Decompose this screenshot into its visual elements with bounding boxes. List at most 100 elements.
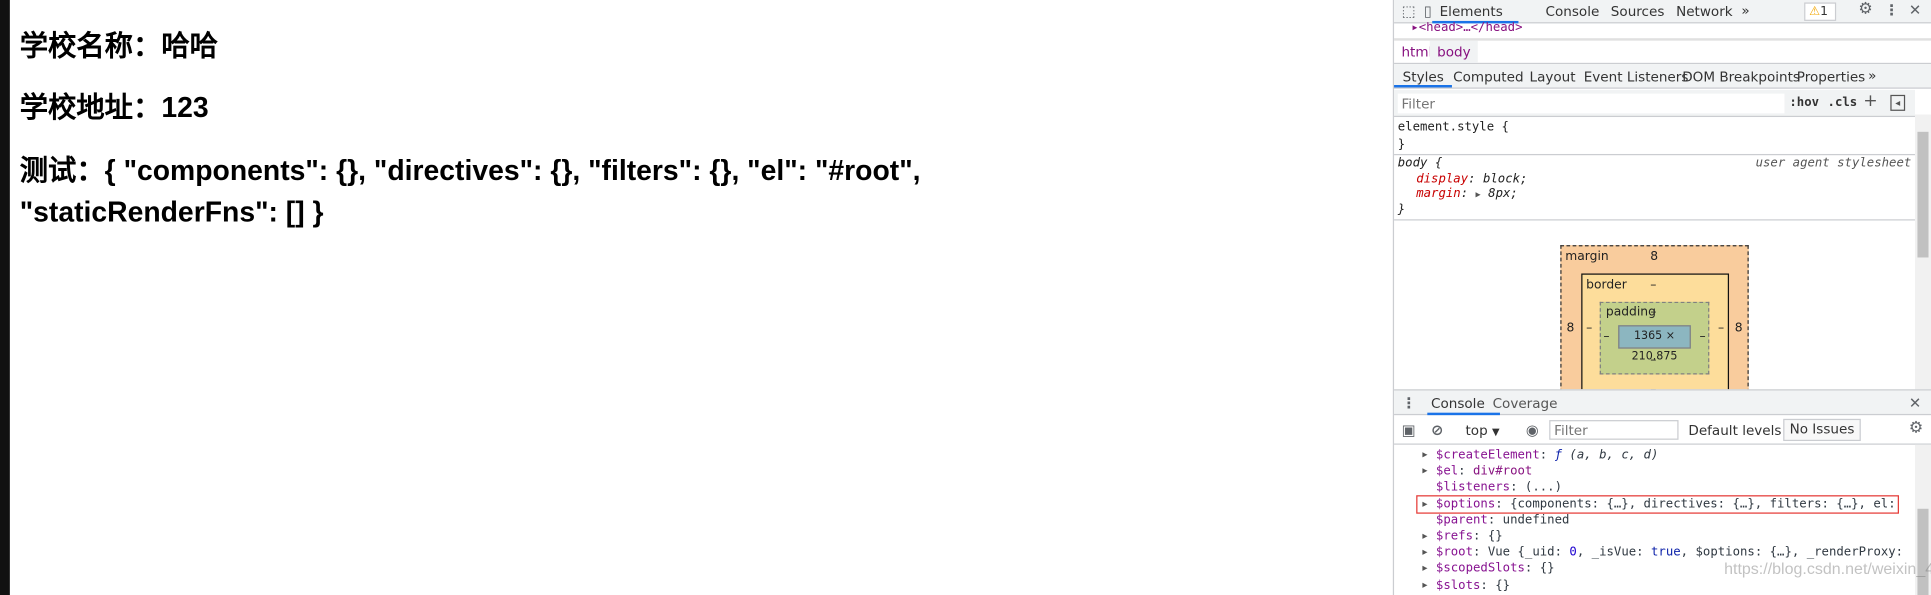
margin-label: margin	[1565, 250, 1609, 264]
user-agent-stylesheet-label: user agent stylesheet	[1755, 156, 1912, 171]
hov-toggle[interactable]: :hov	[1789, 96, 1819, 110]
context-select[interactable]: top ▼	[1465, 423, 1499, 439]
console-property-row[interactable]: ▶ $slots: {}	[1394, 577, 1900, 593]
element-style-rule[interactable]: element.style { }	[1398, 119, 1509, 153]
css-property-value[interactable]: 8px;	[1488, 187, 1518, 201]
body-rule[interactable]: body {user agent stylesheet display: blo…	[1398, 156, 1912, 218]
console-token: (a, b, c, d)	[1562, 448, 1659, 462]
more-options-icon[interactable]: ⋮	[1884, 1, 1899, 18]
tab-sources[interactable]: Sources	[1611, 4, 1665, 20]
school-name: 学校名称：哈哈	[19, 29, 218, 62]
console-token: : {}	[1480, 578, 1511, 593]
subtab-event-listeners[interactable]: Event Listeners	[1584, 69, 1689, 85]
more-subtabs-button[interactable]: »	[1868, 68, 1876, 84]
console-token: $el	[1435, 464, 1459, 479]
subtab-dom-breakpoints[interactable]: DOM Breakpoints	[1682, 69, 1800, 85]
show-sidebar-icon[interactable]: ▣	[1401, 421, 1415, 438]
tab-elements[interactable]: Elements	[1440, 4, 1503, 20]
console-property-row[interactable]: $parent: undefined	[1394, 512, 1900, 528]
border-right-value: –	[1717, 321, 1725, 336]
expand-triangle-icon[interactable]: ▶	[1422, 496, 1427, 512]
issues-button[interactable]: No Issues	[1783, 418, 1861, 442]
console-token: : {}	[1524, 562, 1555, 576]
console-property-row[interactable]: ▶ $el: div#root	[1394, 463, 1900, 479]
padding-right-value: –	[1699, 330, 1706, 344]
console-property-row[interactable]: $listeners: (...)	[1394, 480, 1900, 496]
expand-triangle-icon[interactable]: ▶	[1422, 577, 1427, 593]
border-top-value: –	[1650, 278, 1657, 292]
dom-tree-head-row[interactable]: ▸<head>…</head>	[1394, 22, 1916, 37]
console-token: $listeners	[1435, 480, 1511, 495]
expand-triangle-icon[interactable]: ▶	[1422, 463, 1427, 479]
window-edge	[0, 0, 10, 595]
css-property-name[interactable]: display	[1416, 172, 1468, 186]
box-model: margin 8 8 8 border – – – – padding – – …	[1394, 221, 1915, 390]
new-style-rule-button[interactable]: +	[1863, 91, 1877, 111]
tab-console[interactable]: Console	[1546, 4, 1600, 20]
body-selector: body {	[1397, 156, 1443, 171]
log-levels-dropdown[interactable]: Default levels ▼	[1688, 423, 1793, 439]
box-margin[interactable]: margin 8 8 8 border – – – – padding – – …	[1560, 245, 1749, 390]
console-filter-input[interactable]	[1549, 420, 1679, 440]
box-content-size[interactable]: 1365 × 210.875	[1618, 325, 1691, 363]
console-token: , $options: {…}, _renderProxy: Pro…	[1680, 545, 1901, 560]
padding-label: padding	[1605, 305, 1656, 320]
expand-triangle-icon[interactable]: ▶	[1422, 447, 1427, 463]
drawer-tab-console[interactable]: Console	[1431, 395, 1485, 411]
cls-toggle[interactable]: .cls	[1828, 96, 1858, 110]
device-toolbar-icon[interactable]: ▯	[1424, 2, 1432, 19]
console-token: $slots	[1435, 578, 1481, 593]
breadcrumb-body[interactable]: body	[1429, 40, 1479, 63]
expand-triangle-icon[interactable]: ▶	[1422, 561, 1427, 577]
expand-triangle-icon[interactable]: ▶	[1422, 528, 1427, 544]
console-token: $options	[1435, 497, 1496, 511]
console-token: : {}	[1473, 529, 1503, 544]
css-property-value[interactable]: block;	[1483, 172, 1527, 186]
box-border[interactable]: border – – – – padding – – – – 1365 × 21…	[1581, 273, 1730, 390]
css-property-name[interactable]: margin	[1416, 187, 1460, 201]
close-icon[interactable]: ✕	[1909, 1, 1921, 18]
test-output: 测试：{ "components": {}, "directives": {},…	[19, 153, 921, 228]
console-property-row[interactable]: ▶ $createElement: ƒ (a, b, c, d)	[1394, 447, 1900, 463]
breadcrumb-html[interactable]: html	[1401, 44, 1432, 60]
subtab-properties[interactable]: Properties	[1797, 69, 1865, 85]
close-drawer-icon[interactable]: ✕	[1909, 394, 1921, 411]
more-tabs-button[interactable]: »	[1741, 2, 1749, 18]
drawer-menu-icon[interactable]: ⋮	[1401, 394, 1416, 411]
subtab-styles[interactable]: Styles	[1403, 69, 1444, 85]
subtab-layout[interactable]: Layout	[1530, 69, 1576, 85]
divider	[1394, 153, 1915, 156]
styles-filter-row: :hov .cls + ◂	[1394, 89, 1915, 118]
styles-subtabs: Styles Computed Layout Event Listeners D…	[1394, 64, 1931, 89]
inspect-element-icon[interactable]: ⬚	[1401, 2, 1415, 19]
highlighted-options-row[interactable]: ▶ $options: {components: {…}, directives:…	[1416, 494, 1899, 514]
console-token: div#root	[1473, 464, 1533, 479]
toggle-sidebar-icon[interactable]: ◂	[1890, 94, 1906, 111]
styles-scrollbar[interactable]	[1914, 114, 1931, 390]
scrollbar-thumb[interactable]	[1917, 131, 1929, 258]
expand-triangle-icon[interactable]: ▶	[1476, 190, 1481, 200]
drawer-tab-coverage[interactable]: Coverage	[1493, 395, 1558, 411]
console-settings-gear-icon[interactable]: ⚙	[1909, 419, 1923, 437]
tab-network[interactable]: Network	[1676, 4, 1733, 20]
console-property-row[interactable]: ▶ $refs: {}	[1394, 528, 1900, 544]
dropdown-arrow-icon: ▼	[1492, 426, 1500, 438]
scrollbar-thumb[interactable]	[1917, 508, 1929, 595]
expand-triangle-icon[interactable]: ▶	[1422, 545, 1427, 561]
console-token: true	[1650, 545, 1681, 560]
console-token: :	[1539, 448, 1555, 462]
clear-console-icon[interactable]: ⊘	[1431, 421, 1443, 438]
console-token: $refs	[1435, 529, 1474, 544]
levels-value: Default levels	[1688, 422, 1782, 439]
settings-gear-icon[interactable]: ⚙	[1858, 1, 1872, 18]
live-expression-eye-icon[interactable]: ◉	[1526, 421, 1539, 438]
console-token: : Vue {_uid:	[1473, 545, 1570, 560]
styles-filter-input[interactable]	[1397, 93, 1785, 114]
warnings-badge[interactable]: ⚠1	[1804, 2, 1837, 21]
console-token: $createElement	[1435, 448, 1540, 462]
subtab-computed[interactable]: Computed	[1453, 69, 1523, 85]
console-token: $scopedSlots	[1435, 562, 1525, 576]
console-token: : (...)	[1510, 480, 1563, 495]
drawer-tabbar: ⋮ Console Coverage ✕	[1394, 389, 1931, 416]
box-padding[interactable]: padding – – – – 1365 × 210.875	[1599, 301, 1710, 375]
